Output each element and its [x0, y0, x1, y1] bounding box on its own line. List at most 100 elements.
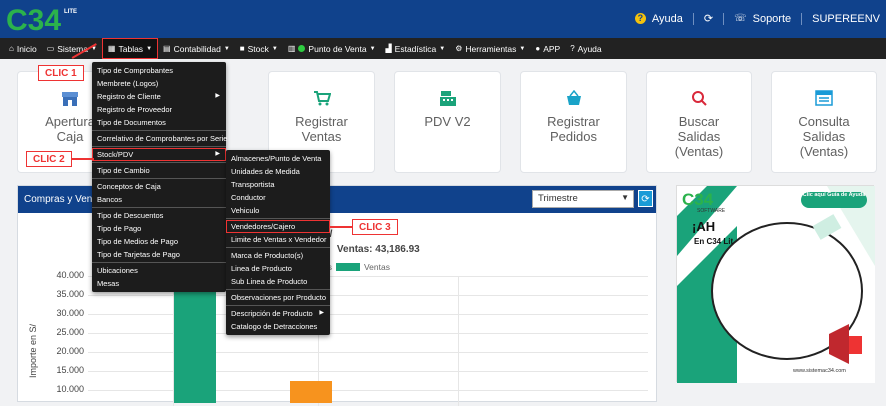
gridline [458, 276, 459, 406]
menu-item[interactable]: Ubicaciones [92, 264, 226, 277]
menu-item[interactable]: Registro de Cliente ▶ [92, 90, 226, 103]
menu-item-label: Registro de Cliente [97, 92, 161, 101]
menu-item[interactable]: Sub Linea de Producto [226, 275, 330, 288]
user-menu[interactable]: SUPEREENV [812, 13, 880, 25]
menu-item[interactable]: Tipo de Documentos [92, 116, 226, 129]
menu-item[interactable]: Transportista [226, 178, 330, 191]
nav-estadistica[interactable]: ▟ Estadística ▼ [381, 38, 451, 59]
y-tick-label: 25.000 [56, 327, 84, 337]
caret-down-icon: ▼ [223, 45, 230, 52]
chart-bar [290, 380, 332, 403]
y-tick-label: 40.000 [56, 270, 84, 280]
menu-item[interactable]: Tipo de Medios de Pago [92, 235, 226, 248]
menu-item[interactable]: Registro de Proveedor [92, 103, 226, 116]
nav-app[interactable]: ● APP [530, 38, 565, 59]
callout-arrow [330, 226, 352, 228]
menu-item[interactable]: Bancos [92, 193, 226, 206]
menu-item-label: Tipo de Cambio [97, 166, 150, 175]
menu-item-stock-pdv[interactable]: Stock/PDV ▶ [92, 148, 226, 161]
nav-contabilidad[interactable]: ▤ Contabilidad ▼ [158, 38, 235, 59]
menu-item-label: Transportista [231, 180, 275, 189]
menu-item[interactable]: Tipo de Tarjetas de Pago [92, 248, 226, 261]
menu-item-label: Conductor [231, 193, 266, 202]
refresh-chart-button[interactable]: ⟳ [638, 190, 653, 207]
menu-item-label: Tipo de Comprobantes [97, 66, 174, 75]
nav-ayuda[interactable]: ? Ayuda [565, 38, 606, 59]
menu-item-vendedores-cajero[interactable]: Vendedores/Cajero [226, 220, 330, 233]
chart-icon: ▟ [385, 44, 392, 53]
menu-item[interactable]: Tipo de Cambio [92, 164, 226, 177]
menu-item-label: Vehiculo [231, 206, 260, 215]
menu-item[interactable]: Membrete (Logos) [92, 77, 226, 90]
menu-item[interactable]: Descripción de Producto ▶ [226, 307, 330, 320]
card-pdv-v2[interactable]: PDV V2 [394, 71, 501, 173]
gridline [88, 295, 648, 296]
card-registrar-pedidos[interactable]: Registrar Pedidos [520, 71, 627, 173]
menu-divider [226, 305, 330, 306]
ad-artwork [677, 186, 875, 383]
separator [801, 12, 803, 25]
support-link[interactable]: Soporte [753, 13, 792, 25]
menu-divider [226, 289, 330, 290]
nav-tablas[interactable]: ▦ Tablas ▼ [101, 38, 159, 59]
menu-item[interactable]: Correlativo de Comprobantes por Serie [92, 132, 228, 145]
menu-item[interactable]: Tipo de Comprobantes [92, 64, 226, 77]
nav-inicio[interactable]: ⌂ Inicio [4, 38, 42, 59]
help-guide-banner[interactable]: C34 SOFTWARE Clic aquí Guía de Ayuda ¡AH… [676, 185, 875, 383]
nav-label: Contabilidad [173, 43, 221, 54]
menu-item-label: Tipo de Descuentos [97, 211, 164, 220]
caret-down-icon: ▼ [271, 45, 278, 52]
store-icon [62, 92, 78, 106]
online-status-dot [298, 45, 306, 52]
nav-stock[interactable]: ■ Stock ▼ [235, 38, 283, 59]
menu-item[interactable]: Observaciones por Producto [226, 291, 330, 304]
basket-icon [566, 90, 581, 105]
menu-item[interactable]: Linea de Producto [226, 262, 330, 275]
caret-right-icon: ▶ [215, 93, 220, 99]
y-tick-label: 30.000 [56, 308, 84, 318]
card-buscar-salidas[interactable]: Buscar Salidas (Ventas) [646, 71, 752, 173]
card-label: (Ventas) [799, 144, 849, 159]
app-logo[interactable]: C34 LITE [6, 3, 78, 35]
refresh-icon[interactable]: ⟳ [704, 12, 713, 25]
menu-item-label: Almacenes/Punto de Venta [231, 154, 322, 163]
menu-item-label: Correlativo de Comprobantes por Serie [97, 134, 228, 143]
gridline [88, 371, 648, 372]
nav-label: APP [543, 43, 561, 54]
menu-item[interactable]: Tipo de Descuentos [92, 209, 226, 222]
tablas-dropdown-menu: Tipo de Comprobantes Membrete (Logos) Re… [92, 62, 228, 292]
menu-item[interactable]: Conceptos de Caja [92, 180, 226, 193]
menu-item[interactable]: Marca de Producto(s) [226, 249, 330, 262]
nav-punto-de-venta[interactable]: ▥ Punto de Venta ▼ [283, 38, 381, 59]
menu-item[interactable]: Limite de Ventas x Vendedor [226, 233, 330, 246]
card-consulta-salidas[interactable]: Consulta Salidas (Ventas) [771, 71, 877, 173]
nav-herramientas[interactable]: ⚙ Herramientas ▼ [450, 38, 530, 59]
monitor-icon: ▭ [46, 44, 55, 53]
period-value: Trimestre [538, 193, 578, 204]
menu-item[interactable]: Conductor [226, 191, 330, 204]
ad-subline: En C34 Lit [694, 237, 734, 246]
gears-icon: ⚙ [455, 44, 463, 53]
menu-item[interactable]: Catalogo de Detracciones [226, 320, 330, 333]
help-link[interactable]: Ayuda [652, 13, 683, 25]
callout-step-3: CLIC 3 [352, 219, 398, 235]
period-select[interactable]: Trimestre ▼ [532, 190, 634, 208]
menu-item[interactable]: Vehiculo [226, 204, 330, 217]
menu-item-label: Tipo de Tarjetas de Pago [97, 250, 180, 259]
menu-item-label: Membrete (Logos) [97, 79, 159, 88]
help-icon[interactable]: ? [634, 13, 646, 24]
menu-item-label: Sub Linea de Producto [231, 277, 308, 286]
menu-item[interactable]: Unidades de Medida [226, 165, 330, 178]
ad-help-button[interactable]: Clic aquí Guía de Ayuda [801, 192, 867, 199]
phone-icon: ☏ [734, 13, 747, 24]
top-bar: C34 LITE ? Ayuda ⟳ ☏ Soporte SUPEREENV [0, 0, 886, 38]
ad-logo-sub: SOFTWARE [697, 208, 726, 214]
card-label: Salidas [677, 129, 721, 144]
menu-item[interactable]: Mesas [92, 277, 226, 290]
menu-item[interactable]: Tipo de Pago [92, 222, 226, 235]
stock-pdv-submenu: Almacenes/Punto de Venta Unidades de Med… [226, 150, 330, 335]
menu-item[interactable]: Almacenes/Punto de Venta [226, 152, 330, 165]
card-label: Consulta [798, 114, 850, 129]
card-label: Ventas [301, 129, 342, 144]
menu-item-label: Catalogo de Detracciones [231, 322, 318, 331]
